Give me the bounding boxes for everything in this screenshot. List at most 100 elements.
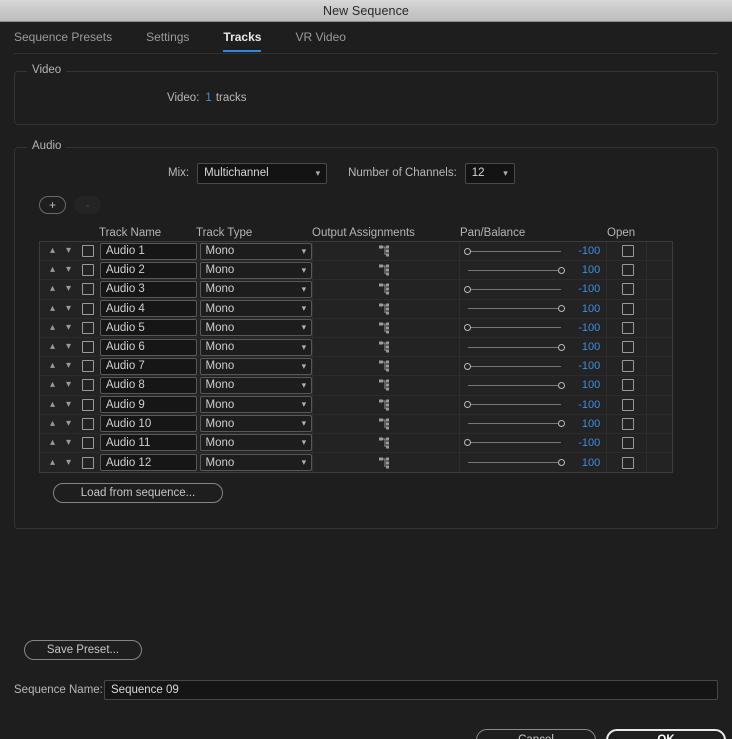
pan-slider-knob[interactable]: [463, 362, 471, 370]
track-type-select[interactable]: Mono ▾: [199, 454, 313, 472]
track-name-input[interactable]: Audio 8: [99, 376, 197, 394]
track-type-select[interactable]: Mono ▾: [199, 376, 313, 394]
pan-slider[interactable]: [464, 418, 565, 430]
row-select-checkbox[interactable]: [82, 436, 94, 449]
pan-value[interactable]: -100: [578, 245, 602, 257]
pan-slider-knob[interactable]: [557, 381, 565, 389]
move-down-icon[interactable]: ▾: [64, 380, 73, 390]
pan-slider-knob[interactable]: [463, 324, 471, 332]
track-name-input[interactable]: Audio 11: [99, 434, 197, 452]
track-name-input[interactable]: Audio 9: [99, 396, 197, 414]
table-row[interactable]: ▴ ▾ Audio 6 Mono ▾ 100: [40, 337, 672, 358]
pan-value[interactable]: 100: [582, 379, 602, 391]
row-select-checkbox[interactable]: [82, 360, 94, 373]
table-row[interactable]: ▴ ▾ Audio 11 Mono ▾ -100: [40, 433, 672, 454]
add-track-button[interactable]: +: [39, 196, 66, 214]
pan-slider-knob[interactable]: [557, 266, 565, 274]
save-preset-button[interactable]: Save Preset...: [24, 640, 142, 660]
tab-tracks[interactable]: Tracks: [223, 30, 262, 52]
pan-slider[interactable]: [464, 303, 565, 315]
move-up-icon[interactable]: ▴: [48, 342, 57, 352]
table-row[interactable]: ▴ ▾ Audio 10 Mono ▾ 100: [40, 414, 672, 434]
output-assignment-cell[interactable]: [312, 414, 460, 433]
move-up-icon[interactable]: ▴: [48, 380, 57, 390]
move-up-icon[interactable]: ▴: [48, 418, 57, 429]
move-up-icon[interactable]: ▴: [48, 322, 57, 333]
open-checkbox[interactable]: [621, 302, 634, 315]
pan-value[interactable]: 100: [582, 264, 602, 276]
open-checkbox[interactable]: [621, 245, 634, 258]
pan-slider-knob[interactable]: [557, 420, 565, 428]
output-assignment-cell[interactable]: [312, 357, 460, 376]
pan-balance-cell[interactable]: 100: [460, 338, 607, 356]
table-row[interactable]: ▴ ▾ Audio 5 Mono ▾ -100: [40, 318, 672, 338]
pan-slider[interactable]: [463, 322, 565, 334]
pan-slider[interactable]: [463, 360, 565, 372]
pan-balance-cell[interactable]: 100: [460, 300, 607, 318]
track-name-input[interactable]: Audio 1: [99, 242, 197, 260]
move-up-icon[interactable]: ▴: [48, 246, 57, 256]
cancel-button[interactable]: Cancel: [476, 729, 596, 739]
track-type-select[interactable]: Mono ▾: [199, 357, 313, 375]
output-assignment-cell[interactable]: [312, 395, 460, 414]
pan-slider[interactable]: [463, 437, 565, 449]
track-type-select[interactable]: Mono ▾: [199, 261, 313, 279]
row-select-checkbox[interactable]: [82, 302, 94, 315]
row-select-checkbox[interactable]: [82, 283, 94, 296]
move-down-icon[interactable]: ▾: [64, 246, 73, 256]
open-checkbox[interactable]: [621, 436, 634, 449]
track-name-input[interactable]: Audio 5: [99, 319, 197, 337]
move-down-icon[interactable]: ▾: [64, 418, 73, 429]
track-type-select[interactable]: Mono ▾: [199, 280, 313, 298]
row-select-checkbox[interactable]: [82, 264, 94, 277]
output-assignment-cell[interactable]: [312, 280, 460, 299]
track-type-select[interactable]: Mono ▾: [199, 396, 313, 414]
row-select-checkbox[interactable]: [82, 321, 94, 334]
output-assignment-cell[interactable]: [312, 318, 460, 337]
move-down-icon[interactable]: ▾: [64, 457, 73, 468]
open-checkbox[interactable]: [621, 283, 634, 296]
pan-slider[interactable]: [463, 245, 565, 257]
output-assignment-cell[interactable]: [312, 376, 460, 395]
track-name-input[interactable]: Audio 6: [99, 338, 197, 356]
output-assignment-cell[interactable]: [312, 242, 460, 261]
pan-value[interactable]: -100: [578, 437, 602, 449]
output-assignment-cell[interactable]: [312, 453, 460, 473]
table-row[interactable]: ▴ ▾ Audio 7 Mono ▾ -100: [40, 357, 672, 377]
track-type-select[interactable]: Mono ▾: [199, 338, 313, 356]
pan-value[interactable]: -100: [578, 322, 602, 334]
pan-slider-knob[interactable]: [463, 247, 471, 255]
pan-balance-cell[interactable]: -100: [460, 396, 607, 414]
track-name-input[interactable]: Audio 4: [99, 300, 197, 318]
move-up-icon[interactable]: ▴: [48, 437, 57, 448]
track-type-select[interactable]: Mono ▾: [199, 415, 313, 433]
load-from-sequence-button[interactable]: Load from sequence...: [53, 483, 223, 504]
ok-button[interactable]: OK: [606, 729, 726, 739]
row-select-checkbox[interactable]: [82, 379, 94, 392]
pan-slider[interactable]: [464, 379, 565, 391]
pan-slider[interactable]: [464, 457, 565, 469]
pan-slider[interactable]: [463, 283, 565, 295]
number-of-channels-select[interactable]: 12 ▾: [464, 162, 515, 184]
tab-settings[interactable]: Settings: [146, 30, 189, 51]
open-checkbox[interactable]: [621, 360, 634, 373]
pan-balance-cell[interactable]: -100: [460, 242, 607, 260]
pan-slider-knob[interactable]: [463, 439, 471, 447]
open-checkbox[interactable]: [621, 341, 634, 354]
pan-value[interactable]: 100: [582, 303, 602, 315]
pan-slider[interactable]: [464, 264, 565, 276]
move-down-icon[interactable]: ▾: [64, 303, 73, 314]
pan-value[interactable]: -100: [578, 360, 602, 372]
pan-balance-cell[interactable]: 100: [460, 376, 607, 394]
move-down-icon[interactable]: ▾: [64, 437, 73, 448]
pan-value[interactable]: 100: [582, 418, 602, 430]
table-row[interactable]: ▴ ▾ Audio 3 Mono ▾ -100: [40, 280, 672, 300]
move-down-icon[interactable]: ▾: [64, 399, 73, 410]
pan-balance-cell[interactable]: 100: [460, 453, 607, 472]
table-row[interactable]: ▴ ▾ Audio 12 Mono ▾ 100: [40, 453, 672, 473]
pan-slider-knob[interactable]: [557, 343, 565, 351]
track-name-input[interactable]: Audio 3: [99, 280, 197, 298]
output-assignment-cell[interactable]: [312, 337, 460, 357]
table-row[interactable]: ▴ ▾ Audio 2 Mono ▾ 100: [40, 261, 672, 281]
row-select-checkbox[interactable]: [82, 417, 94, 430]
